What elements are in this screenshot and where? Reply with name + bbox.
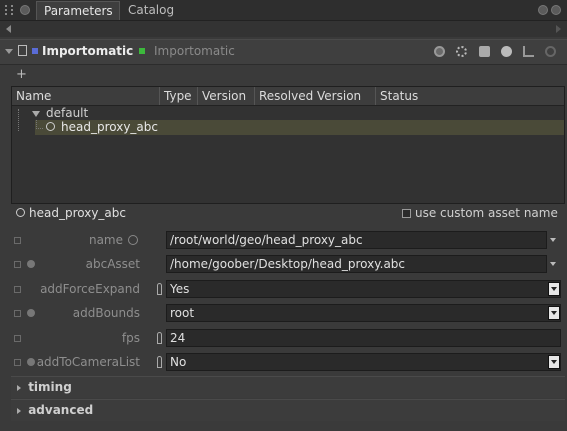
param-label-addforceexpand: addForceExpand <box>40 282 140 296</box>
dropdown-arrow-icon <box>551 360 557 364</box>
record-icon[interactable] <box>434 46 445 57</box>
tab-bar: Parameters Catalog <box>0 0 567 21</box>
section-timing-label: timing <box>28 380 72 394</box>
name-field[interactable]: /root/world/geo/head_proxy_abc <box>166 231 547 249</box>
tab-catalog[interactable]: Catalog <box>121 1 181 20</box>
tree-row-default[interactable]: default <box>46 106 88 121</box>
tree-header: Name Type Version Resolved Version Statu… <box>12 87 564 106</box>
param-label-addtocameralist: addToCameraList <box>36 355 140 369</box>
addtocameralist-select[interactable]: No <box>166 353 561 371</box>
tree-branch-line <box>36 120 43 129</box>
section-arrow-icon <box>17 384 21 391</box>
add-icon[interactable]: + <box>16 67 27 82</box>
asset-icon <box>16 208 25 217</box>
comment-icon[interactable] <box>501 46 512 57</box>
column-resolved-version[interactable]: Resolved Version <box>254 87 375 105</box>
use-custom-label[interactable]: use custom asset name <box>415 206 558 220</box>
asset-tree: Name Type Version Resolved Version Statu… <box>11 86 565 204</box>
dropdown-arrow-icon <box>551 311 557 315</box>
column-name[interactable]: Name <box>12 87 161 105</box>
addforceexpand-select[interactable]: Yes <box>166 280 561 298</box>
dropdown-arrow-icon[interactable] <box>550 262 556 266</box>
close-tab-icon[interactable] <box>20 5 30 15</box>
node-header: Importomatic Importomatic <box>0 39 567 65</box>
tree-row-head-proxy[interactable]: head_proxy_abc <box>61 120 158 135</box>
key-icon[interactable] <box>157 356 162 368</box>
history-strip <box>0 21 567 37</box>
gear-icon[interactable] <box>456 46 467 57</box>
forward-arrow-icon[interactable] <box>556 25 561 33</box>
param-label-fps: fps <box>121 331 140 345</box>
maximize-icon[interactable] <box>538 5 548 15</box>
param-label-name: name <box>88 233 123 247</box>
expand-arrow-icon[interactable] <box>32 111 40 117</box>
abcasset-field[interactable]: /home/goober/Desktop/head_proxy.abc <box>166 255 547 273</box>
key-icon[interactable] <box>157 283 162 295</box>
close-icon[interactable] <box>551 5 561 15</box>
back-arrow-icon[interactable] <box>6 25 11 33</box>
tab-parameters[interactable]: Parameters <box>36 1 120 20</box>
section-advanced-label: advanced <box>28 403 94 417</box>
column-type[interactable]: Type <box>159 87 197 105</box>
section-advanced[interactable]: advanced <box>11 399 565 421</box>
dropdown-arrow-icon <box>551 287 557 291</box>
section-timing[interactable]: timing <box>11 376 565 398</box>
param-label-addbounds: addBounds <box>72 306 140 320</box>
use-custom-checkbox[interactable] <box>402 209 411 218</box>
node-color-swatch <box>32 48 38 54</box>
tree-branch-line <box>18 109 25 131</box>
expression-icon[interactable] <box>128 235 138 245</box>
selected-asset-title: head_proxy_abc <box>29 206 126 220</box>
node-name[interactable]: Importomatic <box>42 44 133 58</box>
addbounds-select[interactable]: root <box>166 304 561 322</box>
node-type: Importomatic <box>154 44 235 58</box>
collapse-arrow-icon[interactable] <box>5 49 13 54</box>
pin-icon[interactable] <box>5 5 13 15</box>
fps-field[interactable]: 24 <box>166 329 561 347</box>
dropdown-arrow-icon[interactable] <box>550 238 556 242</box>
scene-icon[interactable] <box>479 46 490 57</box>
key-icon[interactable] <box>157 332 162 344</box>
asset-icon <box>46 122 55 131</box>
section-arrow-icon <box>17 407 21 414</box>
param-label-abcasset: abcAsset <box>85 257 140 271</box>
status-square <box>139 48 145 54</box>
help-icon[interactable] <box>545 46 556 57</box>
node-view-icon[interactable] <box>18 45 27 56</box>
tools-icon[interactable] <box>523 46 534 57</box>
column-status[interactable]: Status <box>375 87 564 105</box>
column-version[interactable]: Version <box>197 87 254 105</box>
